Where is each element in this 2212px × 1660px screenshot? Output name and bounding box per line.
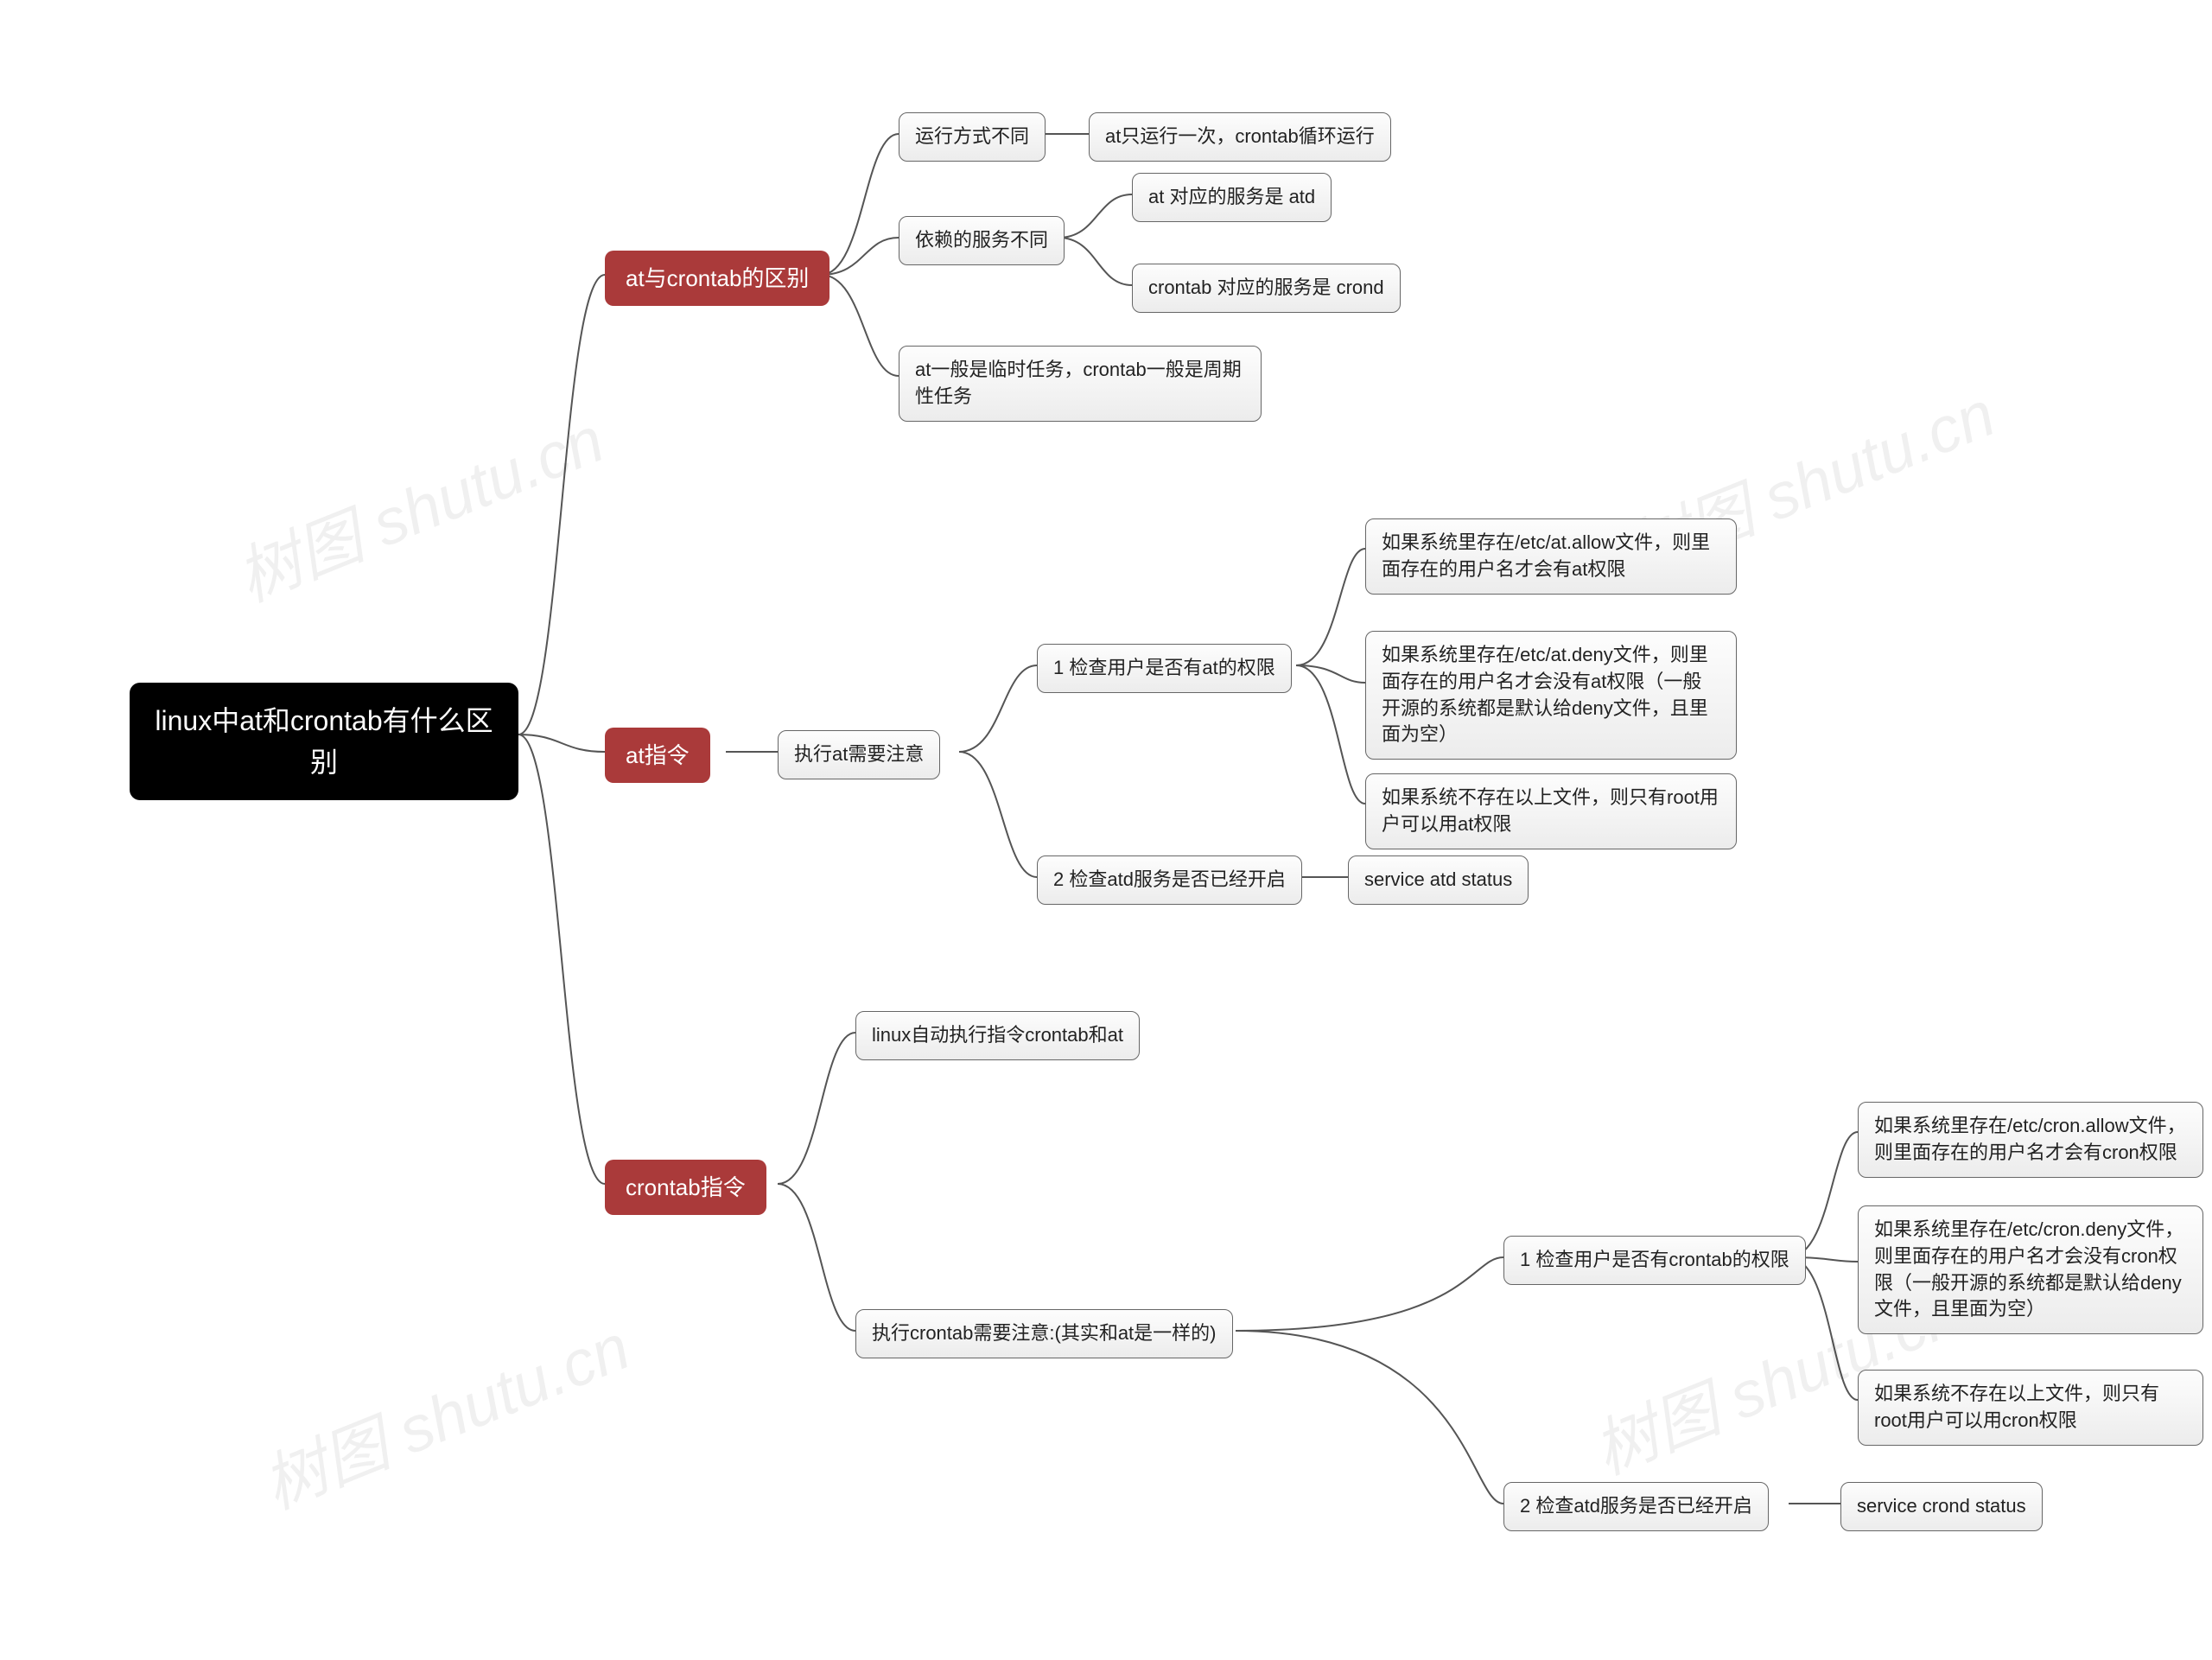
at-perm-deny: 如果系统里存在/etc/at.deny文件，则里面存在的用户名才会没有at权限（… [1365,631,1737,760]
at-perm-root: 如果系统不存在以上文件，则只有root用户可以用at权限 [1365,773,1737,849]
cron-check-perm: 1 检查用户是否有crontab的权限 [1503,1236,1806,1285]
diff-temp-periodic: at一般是临时任务，crontab一般是周期性任务 [899,346,1262,422]
diff-service-cron-label: crontab 对应的服务是 crond [1148,275,1384,302]
cron-check-service-label: 2 检查atd服务是否已经开启 [1520,1493,1752,1520]
at-perm-root-label: 如果系统不存在以上文件，则只有root用户可以用at权限 [1382,785,1720,838]
watermark: 树图 shutu.cn [221,389,615,620]
cron-auto: linux自动执行指令crontab和at [855,1011,1140,1060]
at-check-perm-label: 1 检查用户是否有at的权限 [1053,655,1275,682]
cron-perm-allow-label: 如果系统里存在/etc/cron.allow文件，则里面存在的用户名才会有cro… [1874,1113,2187,1167]
diff-temp-periodic-label: at一般是临时任务，crontab一般是周期性任务 [915,357,1245,410]
at-perm-allow-label: 如果系统里存在/etc/at.allow文件，则里面存在的用户名才会有at权限 [1382,530,1720,583]
at-notes: 执行at需要注意 [778,730,940,779]
diff-service-label: 依赖的服务不同 [915,227,1048,254]
cron-service-cmd: service crond status [1840,1482,2043,1531]
branch-at: at指令 [605,728,710,783]
diff-run-mode-detail-label: at只运行一次，crontab循环运行 [1105,124,1375,150]
at-check-perm: 1 检查用户是否有at的权限 [1037,644,1292,693]
cron-perm-root-label: 如果系统不存在以上文件，则只有root用户可以用cron权限 [1874,1381,2187,1434]
cron-perm-deny: 如果系统里存在/etc/cron.deny文件，则里面存在的用户名才会没有cro… [1858,1205,2203,1334]
root-label: linux中at和crontab有什么区别 [154,700,494,783]
cron-perm-allow: 如果系统里存在/etc/cron.allow文件，则里面存在的用户名才会有cro… [1858,1102,2203,1178]
at-check-service: 2 检查atd服务是否已经开启 [1037,855,1302,905]
diff-service-cron: crontab 对应的服务是 crond [1132,264,1401,313]
diff-run-mode: 运行方式不同 [899,112,1046,162]
at-service-cmd: service atd status [1348,855,1529,905]
diff-run-mode-detail: at只运行一次，crontab循环运行 [1089,112,1391,162]
branch-cron: crontab指令 [605,1160,766,1215]
at-notes-label: 执行at需要注意 [794,741,924,768]
cron-notes: 执行crontab需要注意:(其实和at是一样的) [855,1309,1233,1358]
root-node: linux中at和crontab有什么区别 [130,683,518,800]
watermark: 树图 shutu.cn [247,1296,641,1527]
cron-service-cmd-label: service crond status [1857,1493,2026,1520]
at-perm-allow: 如果系统里存在/etc/at.allow文件，则里面存在的用户名才会有at权限 [1365,518,1737,595]
cron-auto-label: linux自动执行指令crontab和at [872,1022,1123,1049]
diff-service-at-label: at 对应的服务是 atd [1148,184,1315,211]
at-service-cmd-label: service atd status [1364,867,1512,894]
branch-at-label: at指令 [626,740,690,771]
branch-diff-label: at与crontab的区别 [626,263,809,294]
cron-perm-root: 如果系统不存在以上文件，则只有root用户可以用cron权限 [1858,1370,2203,1446]
branch-diff: at与crontab的区别 [605,251,830,306]
cron-check-perm-label: 1 检查用户是否有crontab的权限 [1520,1247,1789,1274]
at-check-service-label: 2 检查atd服务是否已经开启 [1053,867,1286,894]
diff-service-at: at 对应的服务是 atd [1132,173,1332,222]
at-perm-deny-label: 如果系统里存在/etc/at.deny文件，则里面存在的用户名才会没有at权限（… [1382,642,1720,748]
cron-perm-deny-label: 如果系统里存在/etc/cron.deny文件，则里面存在的用户名才会没有cro… [1874,1217,2187,1323]
cron-notes-label: 执行crontab需要注意:(其实和at是一样的) [872,1320,1217,1347]
diff-run-mode-label: 运行方式不同 [915,124,1029,150]
diff-service: 依赖的服务不同 [899,216,1065,265]
branch-cron-label: crontab指令 [626,1172,746,1203]
cron-check-service: 2 检查atd服务是否已经开启 [1503,1482,1769,1531]
